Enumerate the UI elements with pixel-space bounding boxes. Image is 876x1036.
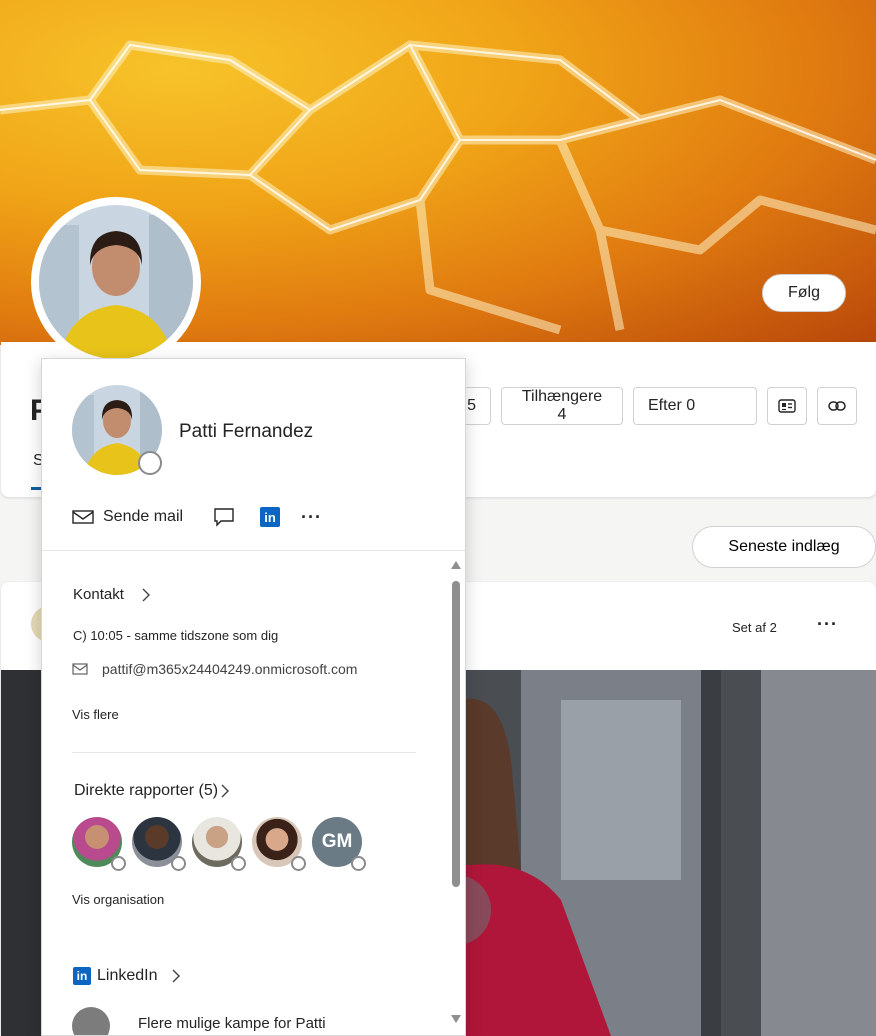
initials-text: GM [321, 831, 353, 852]
show-more-link[interactable]: Vis flere [72, 707, 119, 722]
contact-section-title: Kontakt [73, 586, 124, 603]
linkedin-section-header[interactable]: in LinkedIn [73, 967, 181, 985]
send-email-button[interactable]: Sende mail [72, 508, 183, 526]
direct-reports-list: GM [72, 817, 372, 871]
chat-icon[interactable] [213, 507, 235, 527]
presence-status-icon [138, 451, 162, 475]
scrollbar-thumb[interactable] [452, 581, 460, 887]
profile-avatar [31, 197, 201, 367]
hover-card-more-button[interactable]: ··· [301, 507, 322, 528]
chevron-right-icon [142, 588, 150, 601]
scroll-up-arrow-icon[interactable] [450, 559, 462, 571]
contact-section-header[interactable]: Kontakt [73, 586, 151, 603]
send-email-label: Sende mail [103, 508, 184, 525]
recent-posts-dropdown[interactable]: Seneste indlæg [692, 526, 876, 568]
direct-report-avatar-initials[interactable]: GM [312, 817, 366, 871]
copy-link-button[interactable] [817, 387, 857, 425]
presence-status-icon [171, 856, 186, 871]
email-row[interactable]: pattif@m365x24404249.onmicrosoft.com [72, 661, 357, 677]
hover-card-divider [42, 550, 465, 551]
show-organization-link[interactable]: Vis organisation [72, 892, 164, 907]
direct-report-avatar[interactable] [72, 817, 126, 871]
contact-card-button[interactable] [767, 387, 807, 425]
local-time-text: C) 10:05 - samme tidszone som dig [73, 628, 279, 643]
mail-icon [72, 510, 94, 524]
section-separator [72, 752, 416, 753]
direct-reports-title: Direkte rapporter (5) [74, 782, 219, 799]
person-photo-icon [39, 205, 193, 359]
hover-card-name: Patti Fernandez [179, 421, 314, 442]
mail-icon [72, 663, 88, 675]
people-search-icon [72, 1007, 110, 1035]
direct-report-avatar[interactable] [252, 817, 306, 871]
presence-status-icon [351, 856, 366, 871]
linkedin-icon[interactable]: in [260, 507, 281, 527]
chevron-right-icon [172, 969, 180, 983]
more-matches-link[interactable]: Flere mulige kampe for Patti [138, 1015, 326, 1032]
direct-report-avatar[interactable] [132, 817, 186, 871]
followers-button[interactable]: Tilhængere 4 [501, 387, 623, 425]
direct-reports-header[interactable]: Direkte rapporter (5) [74, 782, 230, 800]
scroll-down-arrow-icon[interactable] [450, 1013, 462, 1025]
presence-status-icon [111, 856, 126, 871]
post-more-options-button[interactable]: ··· [817, 614, 838, 635]
stat-partial-label: 5 [467, 397, 476, 414]
following-button[interactable]: Efter 0 [633, 387, 757, 425]
presence-status-icon [231, 856, 246, 871]
profile-hover-card: Patti Fernandez Sende mail in ··· Kontak… [41, 358, 466, 1036]
link-icon [828, 401, 846, 411]
chevron-right-icon [221, 784, 230, 798]
linkedin-section-title: LinkedIn [97, 967, 158, 984]
presence-status-icon [291, 856, 306, 871]
direct-report-avatar[interactable] [192, 817, 246, 871]
email-address-link[interactable]: pattif@m365x24404249.onmicrosoft.com [102, 661, 357, 677]
linkedin-icon: in [73, 967, 91, 985]
seen-by-count: Set af 2 [732, 620, 777, 635]
contact-card-icon [778, 399, 796, 413]
follow-button[interactable]: Følg [762, 274, 846, 312]
hover-card-actions: Sende mail in ··· [72, 505, 322, 529]
